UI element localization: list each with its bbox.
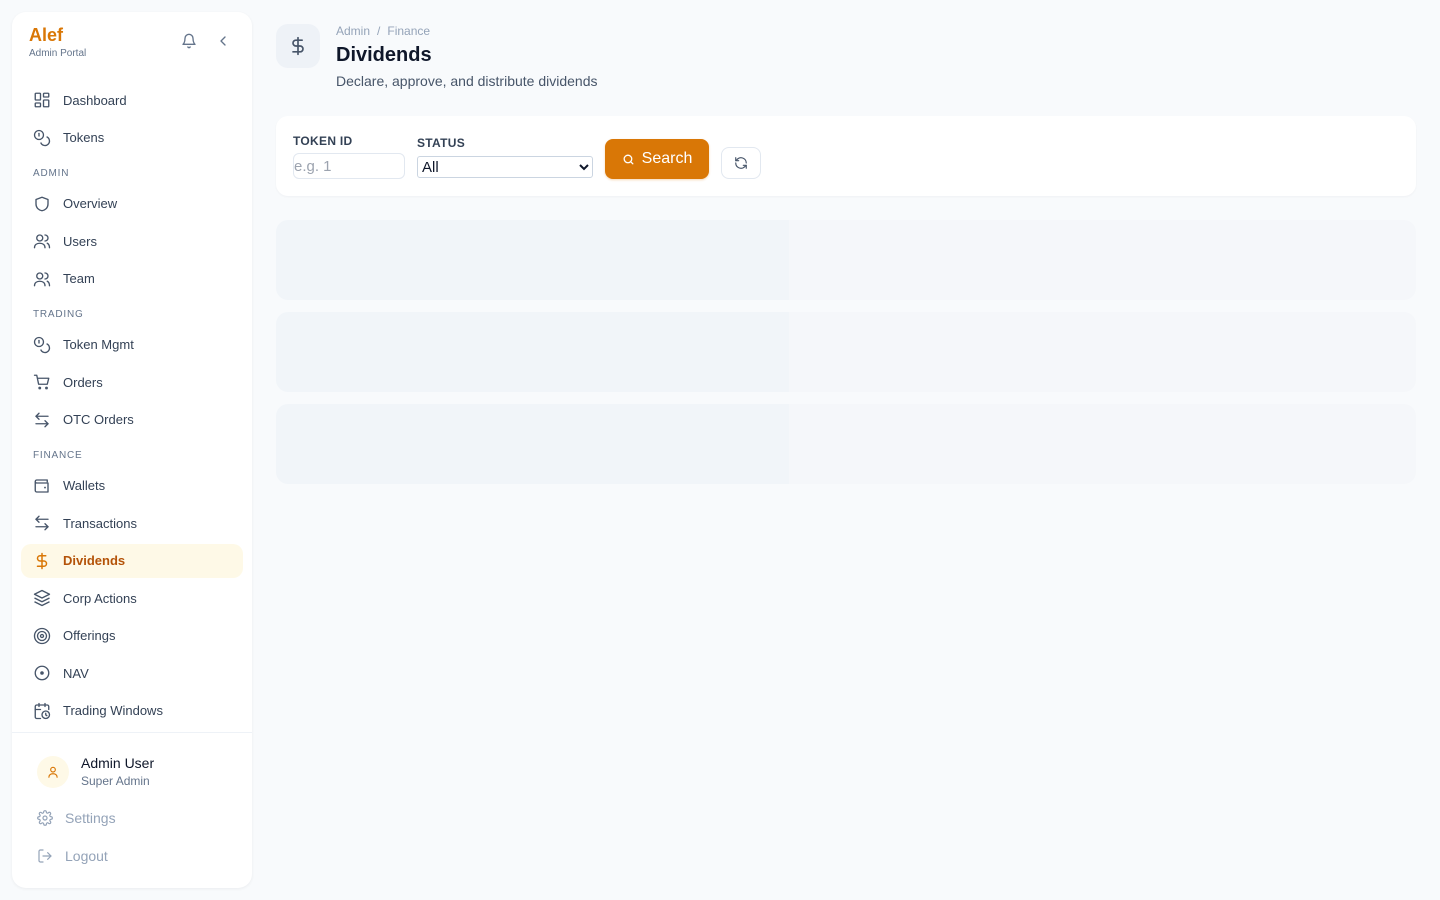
- sidebar-top-actions: [180, 32, 232, 50]
- breadcrumb: Admin / Finance: [336, 24, 430, 38]
- sidebar-item-orders[interactable]: Orders: [21, 365, 243, 399]
- sidebar-item-tokens[interactable]: Tokens: [21, 121, 243, 155]
- arrows-exchange-icon: [33, 514, 51, 532]
- coins-icon: [33, 129, 51, 147]
- settings-link[interactable]: Settings: [37, 810, 116, 826]
- sidebar-item-wallets[interactable]: Wallets: [21, 469, 243, 503]
- loading-skeleton-row: [276, 312, 1416, 392]
- sidebar-item-label: Team: [63, 271, 95, 286]
- dollar-icon: [33, 552, 51, 570]
- refresh-icon: [734, 156, 748, 170]
- sidebar-item-label: Trading Windows: [63, 703, 163, 718]
- main-content: Admin / Finance Dividends Declare, approve…: [276, 0, 1416, 900]
- nav-section-trading: TRADING: [33, 308, 84, 320]
- layers-icon: [33, 589, 51, 607]
- sidebar-item-label: OTC Orders: [63, 412, 134, 427]
- arrows-exchange-icon: [33, 411, 51, 429]
- search-label: Search: [641, 150, 693, 167]
- coins-icon: [33, 336, 51, 354]
- sidebar-item-dashboard[interactable]: Dashboard: [21, 83, 243, 117]
- sidebar-item-label: Orders: [63, 374, 103, 390]
- nav-section-finance: FINANCE: [33, 449, 83, 461]
- sidebar-item-label: NAV: [63, 665, 89, 681]
- sidebar-item-label: Corp Actions: [63, 590, 137, 606]
- sidebar-item-overview[interactable]: Overview: [21, 187, 243, 221]
- cart-icon: [33, 373, 51, 391]
- page-title: Dividends: [336, 44, 432, 66]
- breadcrumb-item[interactable]: Admin: [336, 24, 370, 38]
- sidebar-item-nav[interactable]: NAV: [21, 656, 243, 690]
- sidebar-item-label: Transactions: [63, 515, 137, 531]
- sidebar-item-transactions[interactable]: Transactions: [21, 506, 243, 540]
- wallet-icon: [33, 477, 51, 495]
- dollar-icon: [276, 24, 320, 68]
- sidebar-item-team[interactable]: Team: [21, 262, 243, 296]
- sidebar-item-label: Dividends: [63, 553, 126, 568]
- search-button[interactable]: Search: [605, 139, 709, 179]
- users-icon: [33, 270, 51, 288]
- sidebar-item-corp-actions[interactable]: Corp Actions: [21, 581, 243, 615]
- filter-card: TOKEN ID STATUS All Search: [276, 116, 1416, 196]
- sidebar-item-label: Wallets: [63, 478, 106, 493]
- sidebar-item-otc-orders[interactable]: OTC Orders: [21, 403, 243, 437]
- refresh-button[interactable]: [721, 147, 761, 179]
- sidebar-item-label: Token Mgmt: [63, 337, 134, 352]
- brand-name: Alef: [29, 25, 64, 45]
- sidebar-item-label: Tokens: [63, 130, 105, 145]
- sidebar-item-label: Dashboard: [63, 92, 127, 108]
- user-name: Admin User: [81, 755, 155, 771]
- sidebar-item-offerings[interactable]: Offerings: [21, 619, 243, 653]
- search-icon: [622, 152, 636, 166]
- token-id-label: TOKEN ID: [293, 134, 353, 148]
- sidebar-item-label: Offerings: [63, 628, 116, 643]
- nav-section-admin: ADMIN: [33, 167, 70, 179]
- settings-label: Settings: [65, 810, 116, 826]
- sidebar-item-users[interactable]: Users: [21, 224, 243, 258]
- sidebar-item-trading-windows[interactable]: Trading Windows: [21, 694, 243, 728]
- sidebar-item-dividends[interactable]: Dividends: [21, 543, 243, 578]
- breadcrumb-item[interactable]: Finance: [387, 24, 430, 38]
- logout-label: Logout: [65, 848, 108, 864]
- calendar-clock-icon: [33, 702, 51, 720]
- user-icon: [48, 766, 58, 778]
- user-profile[interactable]: Admin User Super Admin: [37, 755, 154, 788]
- loading-skeleton-row: [276, 220, 1416, 300]
- brand: Alef Admin Portal: [29, 25, 86, 59]
- users-icon: [33, 232, 51, 250]
- grid-icon: [33, 91, 51, 109]
- token-id-input[interactable]: [293, 153, 405, 179]
- user-role: Super Admin: [81, 774, 150, 788]
- status-label: STATUS: [417, 136, 466, 150]
- logout-link[interactable]: Logout: [37, 848, 108, 864]
- loading-skeleton-row: [276, 404, 1416, 484]
- page-subtitle: Declare, approve, and distribute dividen…: [336, 73, 598, 89]
- circle-dot-icon: [33, 664, 51, 682]
- breadcrumb-separator: /: [377, 24, 381, 38]
- bell-icon[interactable]: [180, 32, 198, 50]
- brand-subtitle: Admin Portal: [29, 48, 87, 59]
- sidebar-nav: Dashboard Tokens ADMIN Overview Users Te…: [21, 83, 243, 731]
- target-icon: [33, 627, 51, 645]
- sidebar-item-label: Users: [63, 233, 97, 249]
- sidebar-item-label: Overview: [63, 196, 118, 211]
- sidebar: Alef Admin Portal Dashboard Tokens ADMIN: [12, 12, 252, 888]
- avatar: [37, 755, 69, 788]
- sidebar-item-token-mgmt[interactable]: Token Mgmt: [21, 328, 243, 362]
- shield-icon: [33, 195, 51, 213]
- status-select[interactable]: All: [417, 156, 593, 178]
- gear-icon: [37, 810, 53, 826]
- chevron-left-icon[interactable]: [214, 32, 232, 50]
- sidebar-footer: Admin User Super Admin Settings Logout: [12, 732, 252, 888]
- logout-icon: [37, 848, 53, 864]
